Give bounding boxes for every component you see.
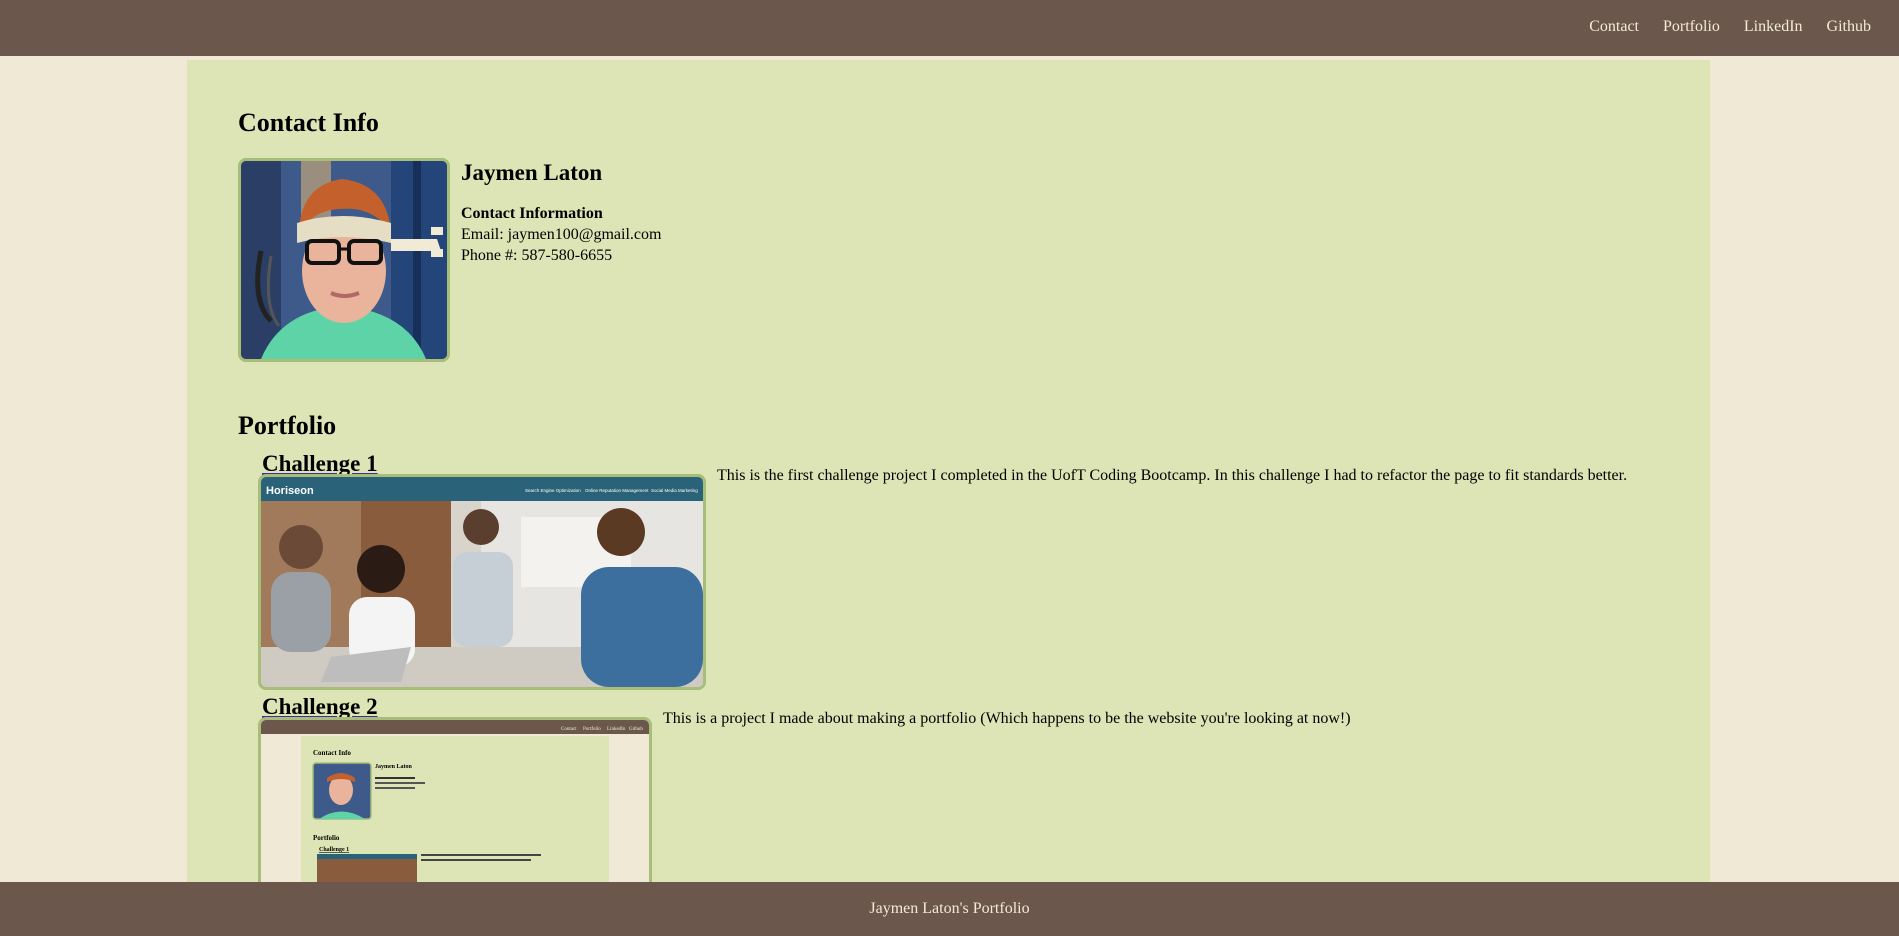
- thumb-nav-1: Search Engine Optimization: [525, 488, 581, 493]
- thumb2-nav-2: Portfolio: [583, 727, 601, 732]
- thumb2-nav-3: LinkedIn: [607, 727, 626, 732]
- nav-link-github[interactable]: Github: [1827, 18, 1871, 35]
- thumb2-challenge-title: Challenge 1: [319, 847, 349, 853]
- project-description-challenge-2: This is a project I made about making a …: [663, 710, 1351, 727]
- nav-link-linkedin[interactable]: LinkedIn: [1744, 18, 1803, 35]
- thumb-nav-2: Online Reputation Management: [585, 488, 649, 493]
- contact-heading: Contact Info: [238, 108, 379, 137]
- top-navbar: Contact Portfolio LinkedIn Github: [0, 0, 1899, 56]
- phone-text: Phone #: 587-580-6655: [461, 247, 613, 264]
- nav-list: Contact Portfolio LinkedIn Github: [1589, 18, 1871, 36]
- project-thumbnail-challenge-2[interactable]: Contact Portfolio LinkedIn Github Contac…: [258, 717, 652, 883]
- footer-text: Jaymen Laton's Portfolio: [869, 900, 1030, 917]
- thumb2-nav-1: Contact: [561, 727, 577, 732]
- nav-link-contact[interactable]: Contact: [1589, 18, 1639, 35]
- profile-name: Jaymen Laton: [461, 160, 603, 185]
- project-description-challenge-1: This is the first challenge project I co…: [717, 467, 1628, 484]
- thumb-nav-3: Social Media Marketing: [651, 488, 698, 493]
- thumb2-nav-4: Github: [629, 727, 643, 732]
- thumb2-portfolio-heading: Portfolio: [313, 834, 340, 842]
- email-text: Email: jaymen100@gmail.com: [461, 226, 662, 243]
- thumb-brand: Horiseon: [266, 485, 314, 497]
- portfolio-heading: Portfolio: [238, 411, 337, 440]
- thumb2-name: Jaymen Laton: [375, 764, 412, 770]
- footer: Jaymen Laton's Portfolio: [0, 882, 1899, 936]
- contact-information: Contact Information Email: jaymen100@gma…: [461, 203, 661, 266]
- project-thumbnail-challenge-1[interactable]: Horiseon Search Engine Optimization Onli…: [258, 474, 706, 690]
- contact-info-label: Contact Information: [461, 205, 603, 222]
- profile-photo: [238, 158, 450, 362]
- nav-link-portfolio[interactable]: Portfolio: [1663, 18, 1720, 35]
- thumb2-contact-heading: Contact Info: [313, 749, 351, 757]
- main-content: Contact Info Jaymen Laton Contact Inform…: [187, 60, 1710, 883]
